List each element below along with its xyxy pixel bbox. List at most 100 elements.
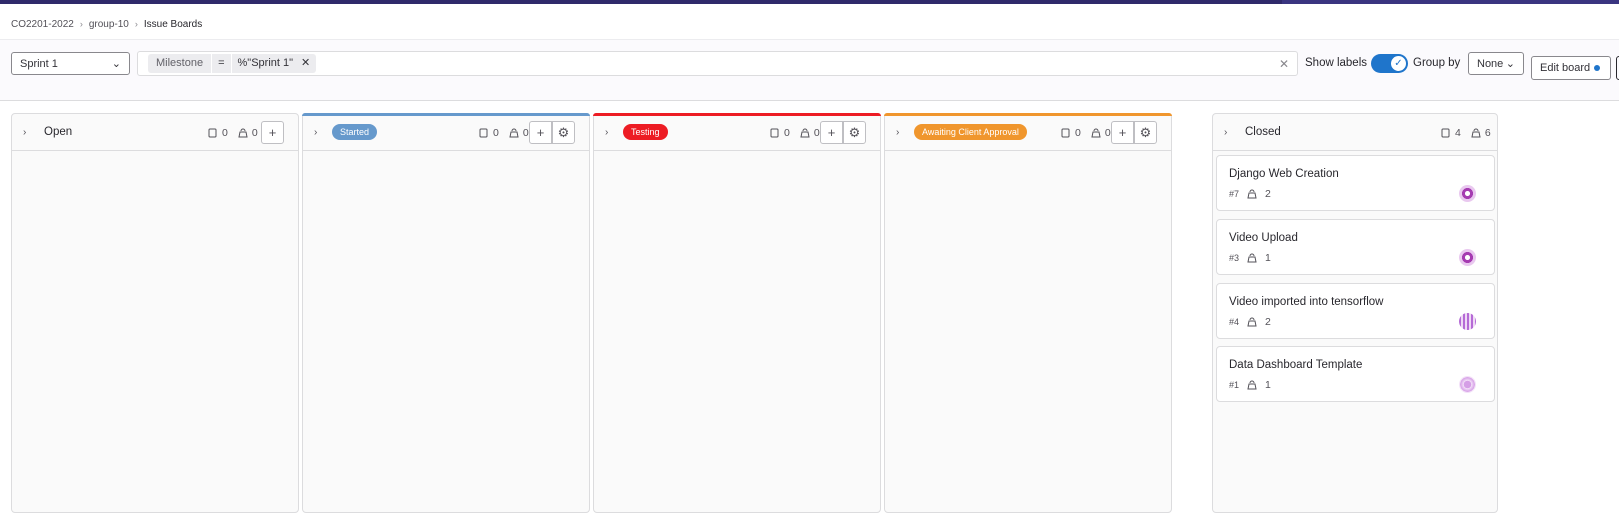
sprint-select-value: Sprint 1 (20, 57, 58, 70)
new-issue-button[interactable]: + (261, 121, 284, 144)
plus-icon: + (1118, 125, 1127, 140)
chevron-right-icon[interactable]: › (605, 127, 615, 138)
issue-title[interactable]: Video imported into tensorflow (1229, 296, 1384, 308)
token-operator: = (212, 54, 231, 73)
gear-icon: ⚙ (1139, 124, 1152, 140)
plus-icon: + (827, 125, 836, 140)
assignee-avatar[interactable] (1459, 313, 1476, 330)
group-by-label: Group by (1413, 57, 1461, 69)
list-header: › Awaiting Client Approval 0 0 + ⚙ (885, 114, 1171, 151)
issues-icon (208, 128, 217, 138)
issues-icon (770, 128, 779, 138)
list-settings-button[interactable]: ⚙ (843, 121, 866, 144)
group-by-select[interactable]: None ⌄ (1468, 52, 1524, 75)
clear-search-icon[interactable]: ✕ (1279, 57, 1289, 71)
list-label-pill[interactable]: Awaiting Client Approval (914, 124, 1027, 140)
group-by-value: None (1477, 57, 1504, 70)
weight-icon (800, 128, 810, 138)
list-header: › Closed 4 6 (1213, 114, 1497, 151)
chevron-down-icon: ⌄ (111, 58, 121, 70)
breadcrumb-group-link[interactable]: CO2201-2022 (11, 19, 74, 30)
breadcrumb-current-page[interactable]: Issue Boards (144, 19, 202, 30)
issue-reference: #1 (1229, 380, 1240, 390)
list-title: Closed (1245, 126, 1281, 138)
sprint-select[interactable]: Sprint 1 ⌄ (11, 52, 130, 75)
chevron-right-icon[interactable]: › (1224, 127, 1234, 138)
check-icon: ✓ (1391, 56, 1406, 71)
issue-meta: #1 1 (1229, 379, 1271, 391)
list-label-pill[interactable]: Testing (623, 124, 668, 140)
weight-count: 6 (1484, 127, 1491, 139)
issues-icon (1061, 128, 1070, 138)
issues-icon (479, 128, 488, 138)
top-navigation-bar (0, 0, 1619, 4)
list-header: › Open 0 0 + (12, 114, 298, 151)
token-remove-icon[interactable]: ✕ (301, 57, 310, 70)
gear-icon: ⚙ (848, 124, 861, 140)
token-value: %"Sprint 1" ✕ (231, 54, 317, 73)
token-value-text: %"Sprint 1" (237, 57, 294, 69)
issue-card[interactable]: Data Dashboard Template #1 1 (1216, 346, 1495, 402)
chevron-right-icon[interactable]: › (896, 127, 906, 138)
show-labels-label: Show labels (1305, 57, 1368, 69)
weight-count: 0 (251, 127, 258, 139)
board-list-awaiting-client-approval: › Awaiting Client Approval 0 0 + ⚙ (884, 113, 1172, 513)
issue-count: 0 (493, 127, 499, 139)
weight-count: 0 (1104, 127, 1111, 139)
issue-card[interactable]: Video Upload #3 1 (1216, 219, 1495, 275)
chevron-right-icon[interactable]: › (314, 127, 324, 138)
issue-title[interactable]: Data Dashboard Template (1229, 359, 1362, 371)
board-filter-bar: Sprint 1 ⌄ Milestone = %"Sprint 1" ✕ ✕ S… (0, 40, 1619, 101)
list-label-pill[interactable]: Started (332, 124, 378, 140)
breadcrumb: CO2201-2022 › group-10 › Issue Boards (11, 16, 202, 32)
issue-weight: 2 (1265, 316, 1271, 328)
chevron-right-icon[interactable]: › (23, 127, 33, 138)
issue-card[interactable]: Video imported into tensorflow #4 2 (1216, 283, 1495, 339)
notification-dot-icon (1594, 65, 1601, 71)
list-counts: 0 0 (208, 127, 258, 139)
issue-meta: #3 1 (1229, 252, 1271, 264)
weight-icon (1247, 317, 1257, 327)
weight-icon (1471, 128, 1481, 138)
issue-weight: 2 (1265, 188, 1271, 200)
milestone-filter-token[interactable]: Milestone = %"Sprint 1" ✕ (148, 54, 317, 73)
list-header: › Testing 0 0 + ⚙ (594, 114, 880, 151)
breadcrumb-project-link[interactable]: group-10 (89, 19, 129, 30)
issue-title[interactable]: Django Web Creation (1229, 168, 1339, 180)
new-issue-button[interactable]: + (529, 121, 552, 144)
list-title: Open (44, 126, 73, 138)
breadcrumb-separator-icon: › (134, 19, 138, 29)
issue-meta: #4 2 (1229, 316, 1271, 328)
new-issue-button[interactable]: + (1111, 121, 1134, 144)
issue-count: 0 (784, 127, 790, 139)
weight-count: 0 (813, 127, 820, 139)
issue-weight: 1 (1265, 252, 1271, 264)
weight-icon (1247, 380, 1257, 390)
issue-meta: #7 2 (1229, 188, 1271, 200)
list-counts: 4 6 (1441, 127, 1491, 139)
list-counts: 0 0 (770, 127, 820, 139)
weight-icon (238, 128, 248, 138)
board-list-started: › Started 0 0 + ⚙ (302, 113, 590, 513)
issue-board: › Open 0 0 + › Started 0 0 + ⚙ › Testing… (0, 101, 1619, 513)
edit-board-label: Edit board (1540, 62, 1591, 74)
weight-count: 0 (522, 127, 529, 139)
issue-card[interactable]: Django Web Creation #7 2 (1216, 155, 1495, 211)
weight-icon (1247, 253, 1257, 263)
list-settings-button[interactable]: ⚙ (552, 121, 575, 144)
assignee-avatar[interactable] (1459, 376, 1476, 393)
weight-icon (1091, 128, 1101, 138)
chevron-down-icon: ⌄ (1505, 58, 1515, 70)
top-navigation-bar-segment (1282, 0, 1619, 4)
show-labels-toggle[interactable]: ✓ (1371, 54, 1408, 73)
assignee-avatar[interactable] (1459, 249, 1476, 266)
issue-title[interactable]: Video Upload (1229, 232, 1298, 244)
issue-weight: 1 (1265, 379, 1271, 391)
breadcrumb-separator-icon: › (79, 19, 83, 29)
edit-board-button[interactable]: Edit board (1531, 56, 1611, 80)
new-issue-button[interactable]: + (820, 121, 843, 144)
list-settings-button[interactable]: ⚙ (1134, 121, 1157, 144)
assignee-avatar[interactable] (1459, 185, 1476, 202)
filtered-search-input[interactable]: Milestone = %"Sprint 1" ✕ ✕ (137, 51, 1298, 76)
issues-icon (1441, 128, 1450, 138)
